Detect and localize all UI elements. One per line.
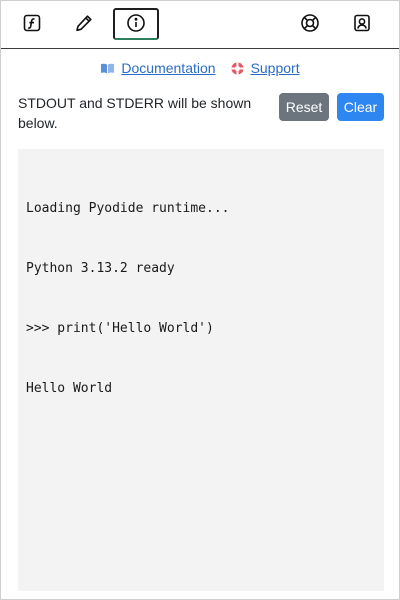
pencil-icon [74,13,94,36]
info-button[interactable] [113,8,159,40]
documentation-link[interactable]: Documentation [121,60,215,76]
support-link-item: Support [230,60,300,76]
console-output[interactable]: Loading Pyodide runtime... Python 3.13.2… [18,149,384,591]
contact-button[interactable] [339,8,385,40]
book-icon [100,61,115,76]
function-icon [22,13,42,36]
info-icon [126,13,146,36]
support-link[interactable]: Support [251,60,300,76]
console-line: >>> print('Hello World') [26,321,214,336]
contact-icon [352,13,372,36]
console-line: Loading Pyodide runtime... [26,201,230,216]
documentation-link-item: Documentation [100,60,216,76]
lifebuoy-icon [300,13,320,36]
console-line: Python 3.13.2 ready [26,261,175,276]
output-info-text: STDOUT and STDERR will be shown below. [18,95,252,131]
function-button[interactable] [9,8,55,40]
edit-button[interactable] [61,8,107,40]
clear-button[interactable]: Clear [337,93,384,121]
help-button[interactable] [287,8,333,40]
console-line: Hello World [26,381,113,396]
toolbar [1,1,399,49]
app-window: Documentation Support STDOUT and STDERR … [0,0,400,600]
lifebuoy-icon [230,61,245,76]
reset-button[interactable]: Reset [279,93,329,121]
links-row: Documentation Support [1,58,399,78]
